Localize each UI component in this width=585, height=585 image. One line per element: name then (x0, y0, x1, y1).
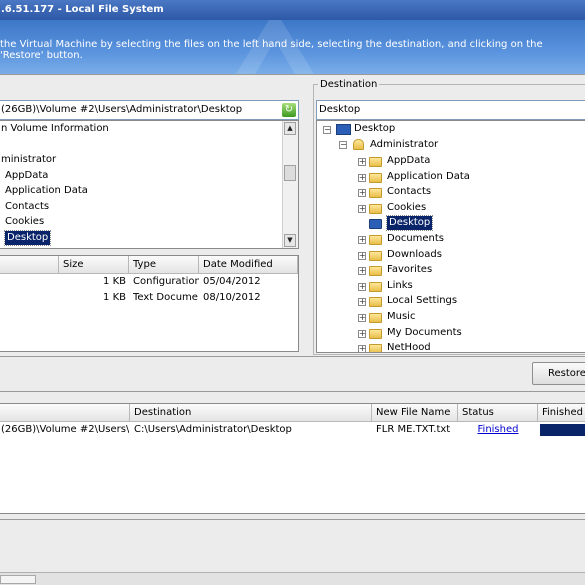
expand-icon[interactable]: + (358, 329, 366, 338)
refresh-icon[interactable]: ↻ (282, 103, 296, 117)
queue-source: (26GB)\Volume #2\Users\A... (1, 424, 129, 435)
file-size: 1 KB (103, 292, 126, 303)
source-path-text: (26GB)\Volume #2\Users\Administrator\Des… (1, 104, 243, 115)
file-date: 05/04/2012 (203, 276, 261, 287)
destination-tree-item[interactable]: AppData (387, 154, 430, 168)
shortcut-folder-icon (369, 172, 382, 183)
expand-icon[interactable]: + (358, 251, 366, 260)
source-tree[interactable]: n Volume Information ministrator AppData Ap… (0, 120, 299, 249)
expand-icon[interactable]: + (358, 314, 366, 322)
source-tree-item[interactable]: n Volume Information (1, 122, 109, 136)
status-panel (0, 575, 36, 584)
restore-queue[interactable]: Destination New File Name Status Finishe… (0, 403, 585, 514)
tree-root-label[interactable]: Desktop (354, 122, 395, 136)
folder-icon (369, 157, 382, 167)
expand-icon[interactable]: + (358, 345, 366, 352)
expand-icon[interactable]: + (358, 267, 366, 276)
expand-icon[interactable]: + (358, 236, 366, 244)
queue-destination: C:\Users\Administrator\Desktop (134, 424, 292, 435)
downloads-folder-icon (369, 250, 382, 261)
expand-icon[interactable]: + (358, 173, 366, 182)
queue-col-status[interactable]: Status (458, 404, 538, 422)
source-tree-item[interactable]: Cookies (5, 215, 44, 229)
mid-divider (0, 356, 585, 357)
destination-tree-item[interactable]: My Documents (387, 326, 462, 340)
documents-folder-icon (369, 235, 382, 245)
destination-path-field[interactable]: Desktop (316, 100, 585, 120)
queue-new-name: FLR ME.TXT.txt (376, 424, 451, 435)
source-file-list[interactable]: Size Type Date Modified 1 KB Configuratio… (0, 255, 299, 352)
destination-tree-item[interactable]: Documents (387, 232, 444, 246)
file-col-name[interactable] (0, 256, 59, 274)
favorites-folder-icon (369, 266, 382, 277)
destination-tree-item[interactable]: Downloads (387, 248, 442, 262)
queue-status-link[interactable]: Finished (458, 423, 538, 437)
file-date: 08/10/2012 (203, 292, 261, 303)
instructions-banner: the Virtual Machine by selecting the fil… (0, 20, 585, 74)
destination-tree-item[interactable]: Local Settings (387, 294, 457, 308)
file-col-date[interactable]: Date Modified (199, 256, 298, 274)
source-tree-item[interactable]: Contacts (5, 200, 49, 214)
collapse-icon[interactable]: − (339, 141, 347, 149)
status-bar (0, 572, 585, 585)
file-col-size[interactable]: Size (59, 256, 129, 274)
destination-tree[interactable]: − Desktop − Administrator + AppData + Appli… (316, 120, 585, 353)
expand-icon[interactable]: + (358, 282, 366, 291)
queue-col-destination[interactable]: Destination (130, 404, 372, 422)
source-tree-item[interactable]: Application Data (5, 184, 88, 198)
destination-tree-item[interactable]: Links (387, 279, 413, 293)
banner-divider (0, 74, 585, 75)
scroll-thumb[interactable] (284, 165, 296, 181)
source-path-field[interactable]: (26GB)\Volume #2\Users\Administrator\Des… (0, 100, 299, 120)
file-size: 1 KB (103, 276, 126, 287)
contacts-folder-icon (369, 188, 382, 199)
source-tree-item[interactable]: Desktop (3, 229, 52, 246)
destination-tree-item[interactable]: Desktop (385, 215, 434, 232)
desktop-icon (369, 219, 382, 230)
file-type: Text Docume... (133, 292, 199, 303)
source-tree-item[interactable]: ministrator (1, 153, 56, 167)
shortcut-folder-icon (369, 328, 382, 339)
queue-divider (0, 391, 585, 392)
progress-bar (540, 424, 585, 436)
shortcut-folder-icon (369, 344, 382, 352)
queue-col-finished[interactable]: Finished (538, 404, 585, 422)
bottom-divider (0, 519, 585, 520)
scroll-down-icon[interactable]: ▼ (284, 234, 296, 247)
queue-col-new-name[interactable]: New File Name (372, 404, 458, 422)
expand-icon[interactable]: + (358, 189, 366, 198)
user-folder-icon (353, 139, 364, 150)
destination-tree-item[interactable]: Application Data (387, 170, 470, 184)
collapse-icon[interactable]: − (323, 126, 331, 134)
expand-icon[interactable]: + (358, 158, 366, 166)
expand-icon[interactable]: + (358, 204, 366, 213)
expand-icon[interactable]: + (358, 298, 366, 307)
destination-tree-item[interactable]: Favorites (387, 263, 432, 277)
restore-button[interactable]: Restore (532, 362, 585, 385)
source-tree-scrollbar[interactable]: ▲ ▼ (282, 121, 298, 248)
scroll-up-icon[interactable]: ▲ (284, 122, 296, 135)
destination-tree-item[interactable]: Contacts (387, 185, 431, 199)
file-col-type[interactable]: Type (129, 256, 199, 274)
music-folder-icon (369, 313, 382, 323)
destination-tree-item[interactable]: Music (387, 310, 415, 324)
destination-path-text: Desktop (319, 104, 361, 115)
tree-user-label[interactable]: Administrator (370, 138, 438, 152)
shortcut-folder-icon (369, 203, 382, 214)
shortcut-folder-icon (369, 297, 382, 308)
links-folder-icon (369, 281, 382, 292)
source-tree-item[interactable]: AppData (5, 169, 48, 183)
destination-label: Destination (318, 78, 380, 92)
destination-tree-item[interactable]: NetHood (387, 341, 431, 352)
desktop-root-icon (336, 124, 351, 135)
queue-col-source[interactable] (0, 404, 130, 422)
destination-tree-item[interactable]: Cookies (387, 201, 426, 215)
file-type: Configuration... (133, 276, 199, 287)
window-title: .6.51.177 - Local File System (0, 0, 585, 20)
